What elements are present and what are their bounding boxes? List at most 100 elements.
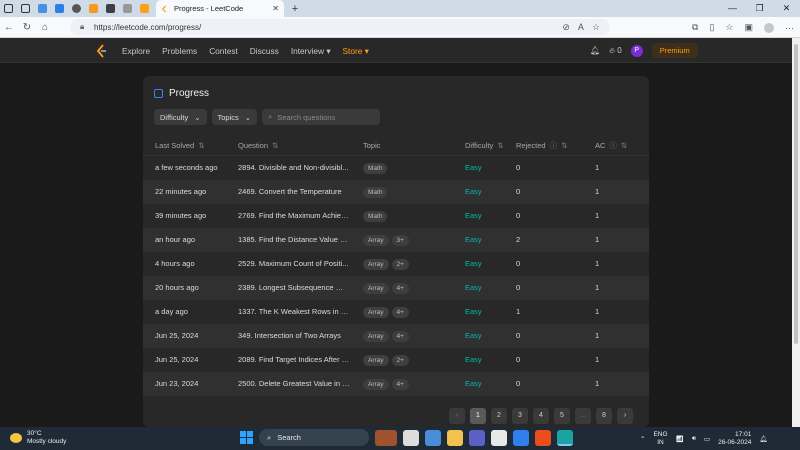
store-app-icon[interactable] <box>491 429 507 446</box>
close-window-icon[interactable]: ✕ <box>773 3 800 14</box>
profile-icon[interactable] <box>764 22 774 33</box>
table-row[interactable]: Jun 25, 2024 2089. Find Target Indices Af… <box>143 348 649 372</box>
question-link[interactable]: 2500. Delete Greatest Value in E... <box>238 372 350 396</box>
nav-explore[interactable]: Explore <box>122 46 150 56</box>
pinned-tab-3[interactable] <box>68 0 85 17</box>
points-badge[interactable]: 🔥︎ 0 <box>609 46 622 56</box>
battery-icon[interactable]: ▭ <box>704 435 710 443</box>
notification-icon[interactable]: 🔔︎ <box>759 435 767 443</box>
nav-interview[interactable]: Interview ▾ <box>291 46 331 56</box>
copilot-icon[interactable] <box>425 429 441 446</box>
more-menu-icon[interactable]: ··· <box>785 23 794 33</box>
table-row[interactable]: Jun 23, 2024 2500. Delete Greatest Value … <box>143 372 649 396</box>
topic-tag[interactable]: Array <box>363 354 389 366</box>
maximize-icon[interactable]: ❐ <box>746 3 773 14</box>
page-1-button[interactable]: 1 <box>470 408 486 424</box>
pinned-tab-7[interactable] <box>136 0 153 17</box>
topic-tag[interactable]: 4+ <box>391 378 409 390</box>
table-row[interactable]: 20 hours ago 2389. Longest Subsequence Wi… <box>143 276 649 300</box>
edge-dev-icon[interactable] <box>469 429 485 446</box>
page-4-button[interactable]: 4 <box>533 408 549 424</box>
chevron-up-icon[interactable]: ⌃ <box>640 435 645 443</box>
topic-tag[interactable]: 4+ <box>391 306 409 318</box>
question-link[interactable]: 2469. Convert the Temperature <box>238 180 350 204</box>
topic-tag[interactable]: Array <box>363 282 389 294</box>
task-view-icon[interactable] <box>403 429 419 446</box>
question-link[interactable]: 2089. Find Target Indices After S... <box>238 348 350 372</box>
question-link[interactable]: 1337. The K Weakest Rows in a ... <box>238 300 350 324</box>
table-row[interactable]: a few seconds ago 2894. Divisible and Non… <box>143 156 649 180</box>
search-highlight-icon[interactable] <box>375 429 397 446</box>
file-explorer-icon[interactable] <box>447 429 463 446</box>
volume-icon[interactable]: 🔊︎ <box>692 435 696 443</box>
header-last-solved[interactable]: Last Solved ⇅ <box>155 141 205 150</box>
new-tab-button[interactable]: + <box>288 2 302 16</box>
workspace-icon[interactable] <box>0 0 17 17</box>
topic-tag[interactable]: Array <box>363 306 389 318</box>
question-link[interactable]: 1385. Find the Distance Value B... <box>238 228 350 252</box>
language-indicator[interactable]: ENG IN <box>653 431 667 447</box>
favorite-star-icon[interactable]: ☆ <box>592 22 600 33</box>
search-input[interactable]: ⌕ Search questions <box>262 109 381 125</box>
back-icon[interactable]: ← <box>0 22 18 33</box>
header-rejected[interactable]: Rejected ⓘ ⇅ <box>516 140 567 151</box>
table-row[interactable]: an hour ago 1385. Find the Distance Value… <box>143 228 649 252</box>
table-row[interactable]: 39 minutes ago 2769. Find the Maximum Ach… <box>143 204 649 228</box>
favorites-icon[interactable]: ☆ <box>725 22 733 33</box>
nav-contest[interactable]: Contest <box>209 46 238 56</box>
scrollbar-thumb[interactable] <box>794 44 798 344</box>
avatar[interactable]: P <box>630 44 643 57</box>
page-2-button[interactable]: 2 <box>491 408 507 424</box>
header-ac[interactable]: AC ⓘ ⇅ <box>595 140 627 151</box>
topic-tag[interactable]: Array <box>363 330 389 342</box>
topic-tag[interactable]: Array <box>363 234 389 246</box>
topic-tag[interactable]: 3+ <box>391 234 409 246</box>
prev-page-button[interactable]: ‹ <box>449 408 465 424</box>
pinned-tab-5[interactable] <box>102 0 119 17</box>
edge-icon[interactable] <box>557 429 573 446</box>
topic-tag[interactable]: Math <box>363 186 388 198</box>
table-row[interactable]: 22 minutes ago 2469. Convert the Temperat… <box>143 180 649 204</box>
notification-bell-icon[interactable]: 🔔︎ <box>590 46 600 55</box>
question-link[interactable]: 2769. Find the Maximum Achiev... <box>238 204 350 228</box>
table-row[interactable]: 4 hours ago 2529. Maximum Count of Positi… <box>143 252 649 276</box>
refresh-icon[interactable]: ↻ <box>18 22 36 33</box>
split-screen-icon[interactable]: ▯ <box>709 22 714 33</box>
active-tab[interactable]: Progress - LeetCode ✕ <box>156 0 284 17</box>
extensions-icon[interactable]: ⧉ <box>692 22 698 33</box>
page-5-button[interactable]: 5 <box>554 408 570 424</box>
home-icon[interactable]: ⌂ <box>36 22 54 33</box>
pinned-tab-6[interactable] <box>119 0 136 17</box>
topic-tag[interactable]: Math <box>363 162 388 174</box>
header-question[interactable]: Question ⇅ <box>238 141 278 150</box>
topic-tag[interactable]: Math <box>363 210 388 222</box>
pinned-tab-1[interactable] <box>34 0 51 17</box>
question-link[interactable]: 2529. Maximum Count of Positi... <box>238 252 350 276</box>
tab-actions-icon[interactable] <box>17 0 34 17</box>
nav-store[interactable]: Store ▾ <box>343 46 369 56</box>
page-8-button[interactable]: 8 <box>596 408 612 424</box>
question-link[interactable]: 349. Intersection of Two Arrays <box>238 324 350 348</box>
brave-icon[interactable] <box>535 429 551 446</box>
pinned-tab-4[interactable] <box>85 0 102 17</box>
nav-problems[interactable]: Problems <box>162 46 197 56</box>
table-row[interactable]: Jun 25, 2024 349. Intersection of Two Arr… <box>143 324 649 348</box>
topic-tag[interactable]: 4+ <box>391 282 409 294</box>
question-link[interactable]: 2389. Longest Subsequence Wit... <box>238 276 350 300</box>
nav-discuss[interactable]: Discuss <box>250 46 279 56</box>
clock[interactable]: 17:01 26-06-2024 <box>718 431 751 447</box>
weather-widget[interactable]: 30°C Mostly cloudy <box>10 430 66 446</box>
table-row[interactable]: a day ago 1337. The K Weakest Rows in a .… <box>143 300 649 324</box>
question-link[interactable]: 2894. Divisible and Non-divisibl... <box>238 156 350 180</box>
pinned-tab-2[interactable] <box>51 0 68 17</box>
difficulty-filter[interactable]: Difficulty ⌄ <box>154 109 207 125</box>
topic-tag[interactable]: 4+ <box>391 330 409 342</box>
topics-filter[interactable]: Topics ⌄ <box>211 109 258 125</box>
collections-icon[interactable]: ▣ <box>744 22 753 33</box>
page-3-button[interactable]: 3 <box>512 408 528 424</box>
topic-tag[interactable]: 2+ <box>391 354 409 366</box>
topic-tag[interactable]: Array <box>363 378 389 390</box>
minimize-icon[interactable]: — <box>719 3 746 14</box>
tracking-icon[interactable]: ⊘ <box>562 22 570 33</box>
header-difficulty[interactable]: Difficulty ⇅ <box>465 141 504 150</box>
